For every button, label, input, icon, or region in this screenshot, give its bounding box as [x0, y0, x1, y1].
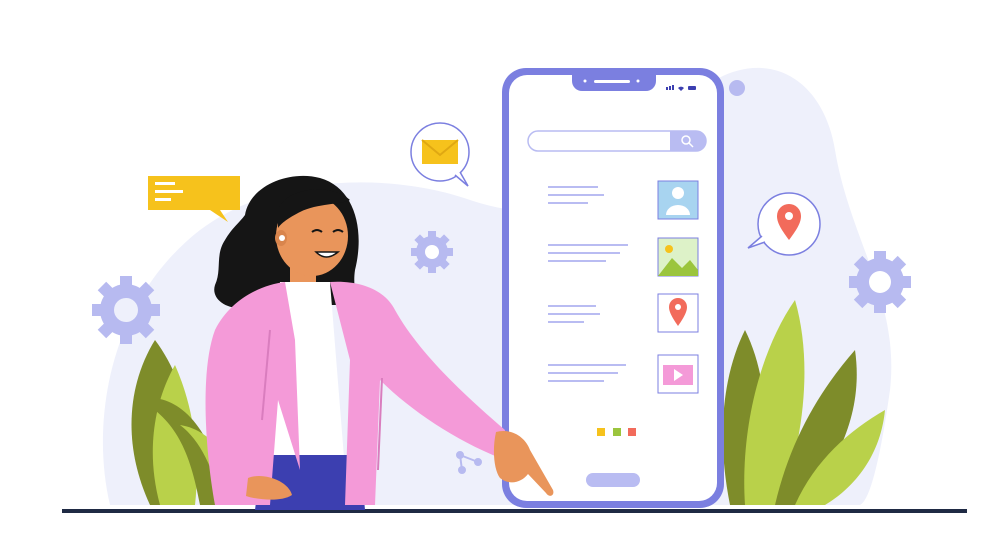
user-icon — [657, 180, 699, 220]
ground-line — [62, 509, 967, 513]
search-input[interactable] — [527, 130, 707, 152]
illustration-canvas — [62, 67, 967, 513]
location-pin-icon — [657, 293, 699, 333]
illustration — [0, 0, 988, 545]
gear-icon — [849, 251, 911, 313]
decor-dot — [729, 80, 745, 96]
gear-icon — [411, 231, 453, 273]
pagination-dots[interactable] — [597, 428, 636, 436]
gear-icon — [92, 276, 160, 344]
smartphone — [502, 68, 724, 508]
home-button[interactable] — [586, 473, 640, 487]
video-icon — [657, 354, 699, 394]
envelope-icon — [410, 122, 470, 187]
image-icon — [657, 237, 699, 277]
